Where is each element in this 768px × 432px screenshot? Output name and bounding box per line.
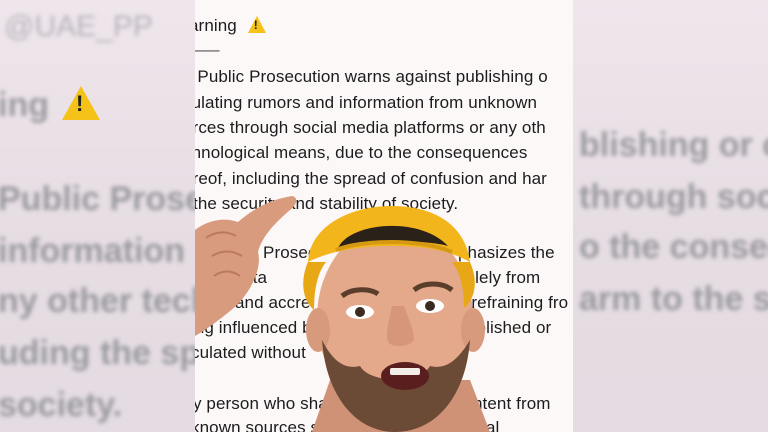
person-overlay: [195, 196, 490, 432]
left-pupil: [355, 307, 365, 317]
mouth: [381, 362, 429, 390]
pointing-hand: [195, 196, 297, 336]
right-ear: [461, 308, 485, 352]
teeth: [390, 368, 420, 375]
left-ear: [306, 308, 330, 352]
right-pupil: [425, 301, 435, 311]
